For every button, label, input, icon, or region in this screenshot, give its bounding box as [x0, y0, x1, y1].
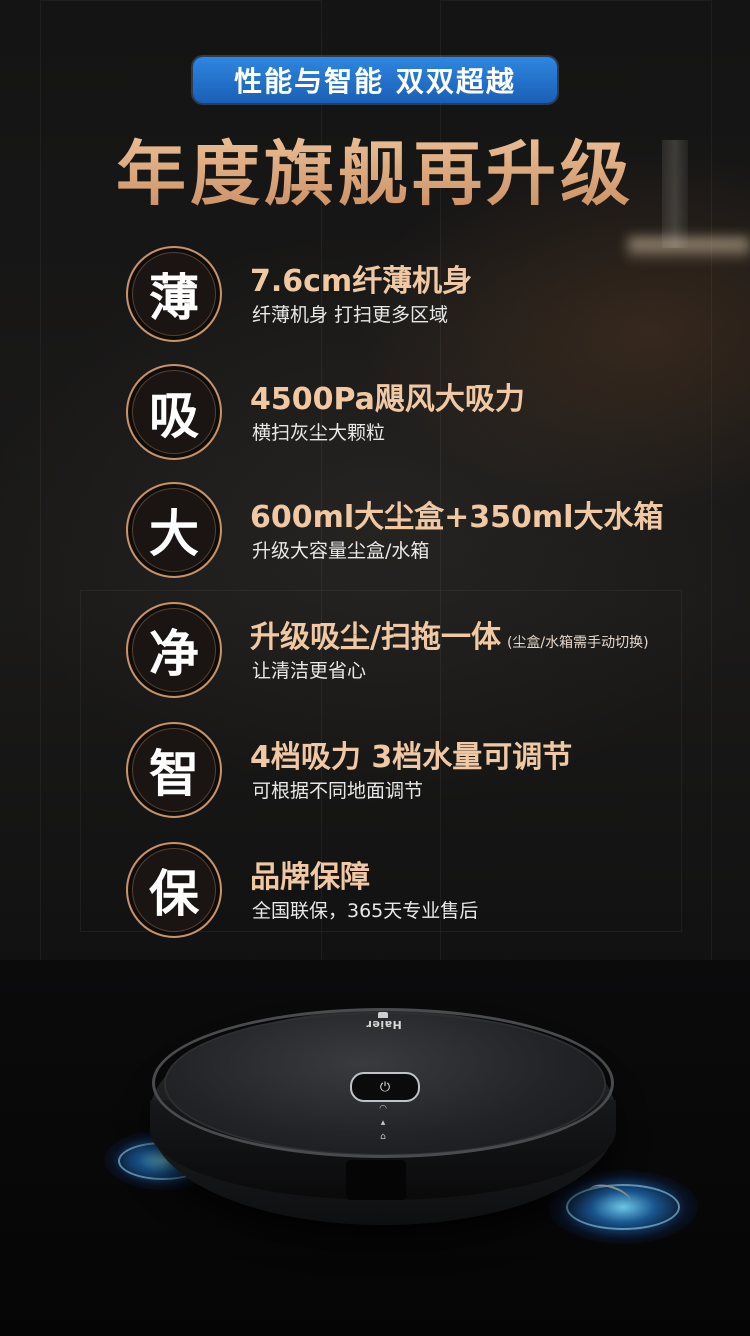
- feature-badge: 保: [126, 842, 222, 938]
- feature-note: (尘盒/水箱需手动切换): [506, 635, 649, 651]
- feature-badge: 薄: [126, 246, 222, 342]
- feature-title-text: 7.6cm纤薄机身: [250, 264, 473, 299]
- feature-subtitle: 纤薄机身 打扫更多区域: [252, 304, 449, 326]
- feature-item-suction: 吸 4500Pa飓风大吸力 横扫灰尘大颗粒: [126, 364, 726, 460]
- home-return-icon: ⌂: [380, 1132, 386, 1142]
- feature-title: 4档吸力 3档水量可调节: [250, 732, 572, 776]
- feature-subtitle: 升级大容量尘盒/水箱: [252, 540, 430, 562]
- brand-logo: Haier: [366, 1018, 402, 1031]
- feature-badge: 吸: [126, 364, 222, 460]
- feature-title-text: 升级吸尘/扫拖一体: [250, 620, 501, 655]
- feature-subtitle: 横扫灰尘大颗粒: [252, 422, 386, 444]
- feature-item-slim: 薄 7.6cm纤薄机身 纤薄机身 打扫更多区域: [126, 246, 726, 342]
- feature-title: 4500Pa飓风大吸力: [250, 374, 525, 418]
- feature-title-text: 600ml大尘盒+350ml大水箱: [250, 500, 664, 535]
- wifi-icon: ◠: [379, 1104, 387, 1114]
- feature-badge: 净: [126, 602, 222, 698]
- feature-title: 品牌保障: [250, 852, 370, 896]
- feature-title: 升级吸尘/扫拖一体 (尘盒/水箱需手动切换): [250, 612, 649, 656]
- top-banner: 性能与智能 双双超越: [193, 57, 557, 103]
- feature-item-clean: 净 升级吸尘/扫拖一体 (尘盒/水箱需手动切换) 让清洁更省心: [126, 602, 726, 698]
- robot-sensor-window: [346, 1160, 406, 1200]
- feature-title: 7.6cm纤薄机身: [250, 256, 472, 300]
- power-button: ⏻: [350, 1072, 420, 1102]
- feature-subtitle: 让清洁更省心: [252, 660, 367, 682]
- feature-subtitle: 全国联保，365天专业售后: [252, 900, 479, 922]
- mode-icon: ▴: [380, 1118, 386, 1128]
- feature-item-smart: 智 4档吸力 3档水量可调节 可根据不同地面调节: [126, 722, 726, 818]
- feature-title: 600ml大尘盒+350ml大水箱: [250, 492, 663, 536]
- feature-badge: 智: [126, 722, 222, 818]
- page-title: 年度旗舰再升级: [0, 118, 750, 219]
- feature-title-text: 4档吸力 3档水量可调节: [250, 740, 573, 775]
- feature-item-warranty: 保 品牌保障 全国联保，365天专业售后: [126, 842, 726, 938]
- feature-badge: 大: [126, 482, 222, 578]
- power-icon: ⏻: [379, 1079, 391, 1095]
- feature-subtitle: 可根据不同地面调节: [252, 780, 424, 802]
- feature-title-text: 品牌保障: [250, 860, 370, 895]
- feature-item-capacity: 大 600ml大尘盒+350ml大水箱 升级大容量尘盒/水箱: [126, 482, 726, 578]
- feature-title-text: 4500Pa飓风大吸力: [250, 382, 525, 417]
